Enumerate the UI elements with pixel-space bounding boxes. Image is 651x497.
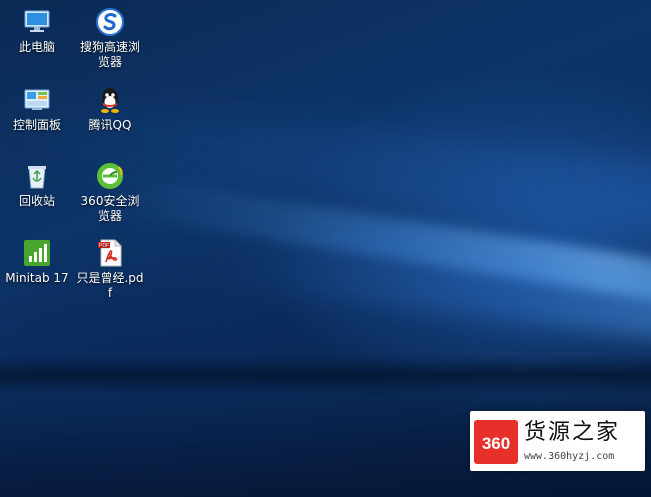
recycle-bin-icon xyxy=(28,166,46,189)
watermark-logo-text: 360 xyxy=(482,434,510,453)
light-beam-main xyxy=(116,175,651,312)
svg-text:PDF: PDF xyxy=(99,243,109,249)
desktop-icon-tencent-qq[interactable]: 腾讯QQ xyxy=(75,84,145,133)
desktop-icon-this-pc[interactable]: 此电脑 xyxy=(2,6,72,55)
minitab-icon xyxy=(24,240,50,266)
desktop-icon-label: 控制面板 xyxy=(12,118,61,132)
sogou-browser-icon xyxy=(96,8,124,36)
watermark-badge: 360 货源之家 www.360hyzj.com xyxy=(470,411,645,471)
light-beam-lower xyxy=(215,215,651,346)
watermark-logo: 360 xyxy=(474,420,518,464)
desktop-icon-360-browser[interactable]: 360安全浏览器 xyxy=(75,160,145,224)
watermark-title: 货源之家 xyxy=(524,420,621,445)
desktop-icon-label: 腾讯QQ xyxy=(88,118,132,132)
desktop-icon-recycle-bin[interactable]: 回收站 xyxy=(2,160,72,209)
watermark-url: www.360hyzj.com xyxy=(524,451,615,462)
desktop-icon-label: 只是曾经.pdf xyxy=(76,271,144,300)
pdf-file-icon: PDF xyxy=(98,239,122,267)
desktop-icon-label: 360安全浏览器 xyxy=(80,194,140,223)
floor-shadow-band xyxy=(0,355,651,395)
control-panel-icon xyxy=(24,89,50,110)
desktop-background: 此电脑 搜狗高速浏览器 控制面板 腾讯QQ 回收站 360安全浏览器 Minit… xyxy=(0,0,651,497)
desktop-icon-control-panel[interactable]: 控制面板 xyxy=(2,84,72,133)
computer-icon xyxy=(24,10,50,32)
desktop-icon-minitab[interactable]: Minitab 17 xyxy=(2,237,72,286)
desktop-icon-sogou-browser[interactable]: 搜狗高速浏览器 xyxy=(75,6,145,70)
desktop-icon-label: 搜狗高速浏览器 xyxy=(79,40,140,69)
desktop-icon-label: Minitab 17 xyxy=(5,271,69,285)
desktop-icon-label: 此电脑 xyxy=(18,40,55,54)
desktop-icon-label: 回收站 xyxy=(18,194,55,208)
360-browser-icon xyxy=(97,163,123,189)
desktop-icon-pdf-file[interactable]: PDF 只是曾经.pdf xyxy=(75,237,145,301)
qq-icon xyxy=(101,88,119,113)
